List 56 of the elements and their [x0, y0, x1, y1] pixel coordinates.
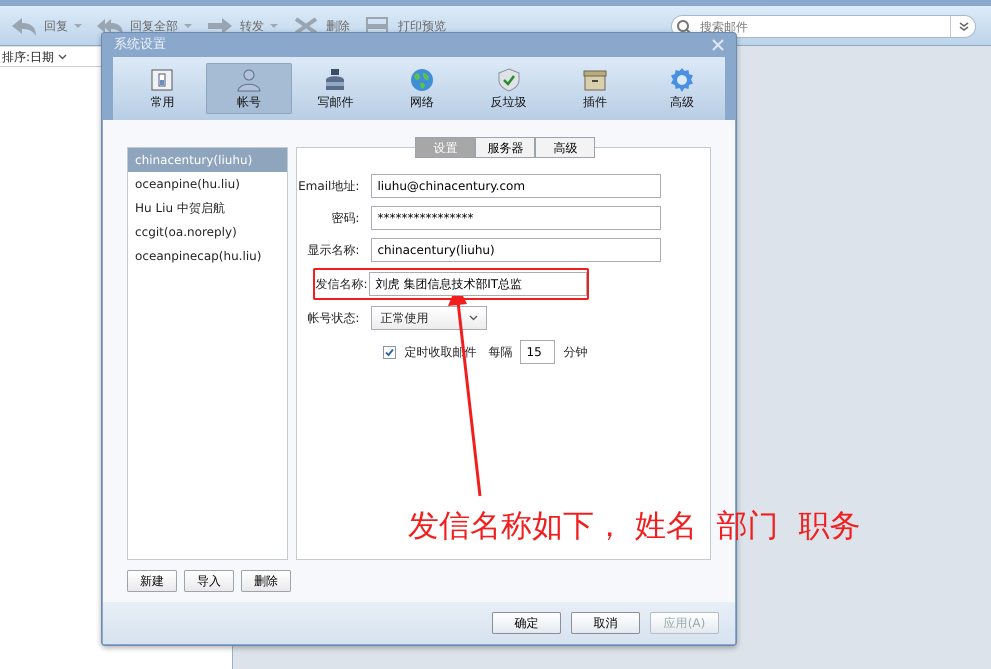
chevrons-icon — [958, 22, 968, 32]
shield-icon — [496, 68, 521, 92]
toolbar-button[interactable]: 回复全部 — [96, 16, 192, 36]
category-tab[interactable]: 网络 — [378, 63, 466, 114]
unit-label: 分钟 — [563, 344, 588, 361]
status-dropdown[interactable]: 正常使用 — [371, 306, 488, 330]
caret-icon — [58, 54, 68, 60]
field-label: 发信名称: — [315, 276, 368, 293]
reply-icon — [10, 16, 38, 36]
input-field[interactable]: liuhu@chinacentury.com — [371, 174, 662, 198]
account-item[interactable]: Hu Liu 中贺启航 — [128, 196, 288, 220]
toolbar-button[interactable]: 删除 — [292, 16, 350, 36]
switch-icon — [150, 68, 174, 92]
caret-icon — [74, 22, 82, 28]
input-field[interactable]: **************** — [371, 206, 662, 230]
account-button[interactable]: 导入 — [184, 570, 234, 592]
account-button[interactable]: 删除 — [241, 570, 291, 592]
field-label: 显示名称: — [306, 242, 360, 259]
tab[interactable]: 高级 — [535, 137, 596, 158]
toolbar-button[interactable]: 打印预览 — [364, 16, 446, 36]
person-icon — [236, 68, 261, 92]
checkbox[interactable] — [383, 346, 396, 358]
category-tab[interactable]: 反垃圾 — [465, 63, 552, 114]
dialog-button[interactable]: 取消 — [571, 612, 640, 634]
close-icon — [712, 39, 724, 51]
box-icon — [583, 68, 608, 92]
account-item[interactable]: ccgit(oa.noreply) — [128, 220, 288, 244]
interval-field[interactable]: 15 — [520, 340, 556, 364]
toolbar-button[interactable]: 转发 — [206, 16, 278, 36]
caret-icon — [270, 22, 278, 28]
field-label: 密码: — [330, 210, 360, 227]
caret-icon — [184, 22, 192, 28]
dialog-title: 系统设置 — [114, 36, 166, 54]
category-tab[interactable]: 帐号 — [206, 63, 292, 114]
category-tab[interactable]: 写邮件 — [292, 63, 379, 114]
account-button[interactable]: 新建 — [127, 570, 177, 592]
account-item[interactable]: oceanpinecap(hu.liu) — [128, 244, 288, 268]
sort-dropdown[interactable]: 排序:日期 — [2, 48, 54, 66]
search-icon — [676, 19, 692, 35]
dialog-button[interactable]: 确定 — [492, 612, 561, 634]
input-field[interactable]: chinacentury(liuhu) — [371, 238, 662, 262]
check-icon — [384, 346, 396, 358]
search-field[interactable]: 搜索邮件 — [671, 15, 976, 38]
gear-icon — [670, 68, 694, 92]
category-tab[interactable]: 常用 — [119, 63, 206, 114]
input-field[interactable]: 刘虎 集团信息技术部IT总监 — [369, 272, 588, 296]
toolbar-button[interactable]: 回复 — [10, 16, 82, 36]
category-tab[interactable]: 插件 — [552, 63, 638, 114]
field-label: 每隔 — [488, 344, 512, 361]
caret-icon — [469, 315, 478, 321]
tab[interactable]: 服务器 — [475, 137, 536, 158]
category-tab[interactable]: 高级 — [638, 63, 726, 114]
account-item[interactable]: oceanpine(hu.liu) — [128, 172, 288, 196]
field-label: 帐号状态: — [306, 310, 360, 327]
globe-icon — [410, 68, 434, 92]
field-label: Email地址: — [297, 178, 360, 195]
